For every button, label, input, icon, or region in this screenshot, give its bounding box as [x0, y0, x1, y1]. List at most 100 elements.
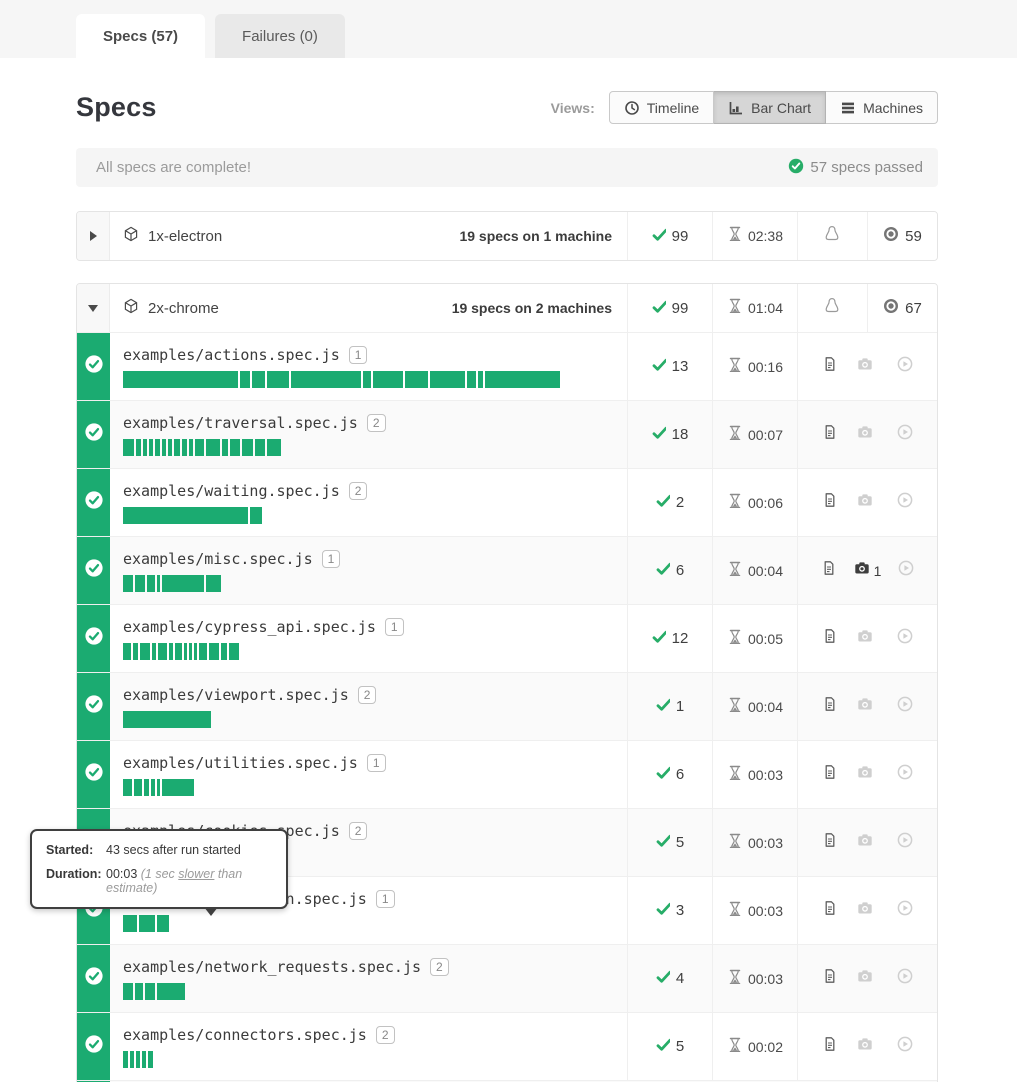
check-icon: [652, 629, 666, 648]
spec-name[interactable]: examples/misc.spec.js: [123, 550, 313, 568]
hourglass-icon: [727, 697, 742, 717]
group-summary: 19 specs on 1 machine: [459, 228, 627, 244]
stdout-icon[interactable]: [822, 832, 838, 853]
screenshots-button[interactable]: [857, 696, 877, 717]
tab-failures[interactable]: Failures (0): [215, 14, 345, 58]
screenshots-button[interactable]: [857, 1036, 877, 1057]
stdout-icon[interactable]: [822, 968, 838, 989]
spec-row[interactable]: examples/actions.spec.js 1 13 00:16: [77, 332, 937, 400]
estimate-link[interactable]: slower: [178, 867, 214, 881]
checks-count: 2: [676, 494, 684, 511]
checks-count: 99: [672, 300, 689, 317]
timeline-view-button[interactable]: Timeline: [609, 91, 714, 124]
spec-row[interactable]: examples/network_requests.spec.js 2 4 00…: [77, 944, 937, 1012]
group-name: 1x-electron: [148, 228, 222, 245]
tab-bar: Specs (57) Failures (0): [0, 0, 1017, 58]
spec-name[interactable]: examples/waiting.spec.js: [123, 482, 340, 500]
screenshots-button[interactable]: [857, 968, 877, 989]
screenshots-button[interactable]: [857, 764, 877, 785]
stdout-icon[interactable]: [822, 492, 838, 513]
play-icon[interactable]: [897, 492, 913, 513]
duration-value: 00:04: [748, 563, 783, 579]
play-icon[interactable]: [897, 424, 913, 445]
passed-strip: [77, 605, 110, 672]
tab-specs[interactable]: Specs (57): [76, 14, 205, 58]
duration-bar[interactable]: [123, 643, 627, 660]
play-icon[interactable]: [897, 356, 913, 377]
play-icon[interactable]: [897, 832, 913, 853]
spec-row[interactable]: examples/waiting.spec.js 2 2 00:06: [77, 468, 937, 536]
expand-toggle[interactable]: [77, 212, 110, 260]
bar-chart-view-button[interactable]: Bar Chart: [714, 91, 826, 124]
duration-bar[interactable]: [123, 575, 627, 592]
banner-status: 57 specs passed: [788, 158, 923, 178]
stdout-icon[interactable]: [822, 356, 838, 377]
linux-icon: [824, 297, 841, 319]
screenshots-button[interactable]: [857, 424, 877, 445]
group-row[interactable]: 2x-chrome 19 specs on 2 machines 99 01:0…: [77, 284, 937, 332]
spec-row[interactable]: examples/cypress_api.spec.js 1 12 00:05: [77, 604, 937, 672]
duration-bar[interactable]: [123, 915, 627, 932]
play-icon[interactable]: [897, 900, 913, 921]
spec-row[interactable]: examples/misc.spec.js 1 6 00:04 1: [77, 536, 937, 604]
play-icon[interactable]: [897, 968, 913, 989]
screenshots-button[interactable]: [857, 832, 877, 853]
stdout-icon[interactable]: [822, 764, 838, 785]
spec-name[interactable]: examples/actions.spec.js: [123, 346, 340, 364]
stdout-icon[interactable]: [822, 900, 838, 921]
duration-bar[interactable]: [123, 983, 627, 1000]
expand-toggle[interactable]: [77, 284, 110, 332]
stdout-icon[interactable]: [822, 424, 838, 445]
play-icon[interactable]: [897, 1036, 913, 1057]
linux-icon: [824, 225, 841, 247]
checks-count: 6: [676, 766, 684, 783]
stdout-icon[interactable]: [822, 696, 838, 717]
machine-badge: 2: [349, 822, 368, 840]
stdout-icon[interactable]: [822, 628, 838, 649]
spec-row[interactable]: examples/traversal.spec.js 2 18 00:07: [77, 400, 937, 468]
spec-row[interactable]: examples/connectors.spec.js 2 5 00:02: [77, 1012, 937, 1080]
screenshots-button[interactable]: [857, 492, 877, 513]
stdout-icon[interactable]: [821, 560, 837, 581]
spec-name[interactable]: examples/utilities.spec.js: [123, 754, 358, 772]
camera-icon: [857, 1036, 873, 1057]
duration-bar[interactable]: [123, 507, 627, 524]
checks-count: 6: [676, 562, 684, 579]
play-icon[interactable]: [897, 628, 913, 649]
play-icon[interactable]: [897, 764, 913, 785]
hourglass-icon: [727, 1037, 742, 1057]
screenshots-button[interactable]: 1: [854, 560, 882, 581]
group-row[interactable]: 1x-electron 19 specs on 1 machine 99 02:…: [77, 212, 937, 260]
machine-badge: 2: [349, 482, 368, 500]
group-card-electron: 1x-electron 19 specs on 1 machine 99 02:…: [76, 211, 938, 261]
spec-row[interactable]: examples/utilities.spec.js 1 6 00:03: [77, 740, 937, 808]
play-icon[interactable]: [897, 696, 913, 717]
play-icon[interactable]: [898, 560, 914, 581]
machine-badge: 1: [349, 346, 368, 364]
duration-bar[interactable]: [123, 439, 627, 456]
checks-count: 3: [676, 902, 684, 919]
spec-row[interactable]: examples/viewport.spec.js 2 1 00:04: [77, 672, 937, 740]
bar-chart-icon: [728, 100, 744, 116]
tooltip-duration-value: 00:03 (1 sec slower than estimate): [106, 867, 272, 895]
passed-strip: [77, 537, 110, 604]
machines-view-button[interactable]: Machines: [826, 91, 938, 124]
duration-bar[interactable]: [123, 779, 627, 796]
screenshots-button[interactable]: [857, 356, 877, 377]
duration-bar[interactable]: [123, 371, 627, 388]
spec-name[interactable]: examples/network_requests.spec.js: [123, 958, 421, 976]
stdout-icon[interactable]: [822, 1036, 838, 1057]
duration-bar[interactable]: [123, 711, 627, 728]
spec-name[interactable]: examples/traversal.spec.js: [123, 414, 358, 432]
spec-name[interactable]: examples/cypress_api.spec.js: [123, 618, 376, 636]
duration-value: 00:03: [748, 971, 783, 987]
spec-name[interactable]: examples/viewport.spec.js: [123, 686, 349, 704]
hourglass-icon: [727, 493, 742, 513]
cube-icon: [123, 298, 139, 319]
duration-bar[interactable]: [123, 1051, 627, 1068]
screenshots-button[interactable]: [857, 900, 877, 921]
screenshots-button[interactable]: [857, 628, 877, 649]
machine-badge: 2: [430, 958, 449, 976]
spec-name[interactable]: examples/connectors.spec.js: [123, 1026, 367, 1044]
machine-badge: 1: [385, 618, 404, 636]
